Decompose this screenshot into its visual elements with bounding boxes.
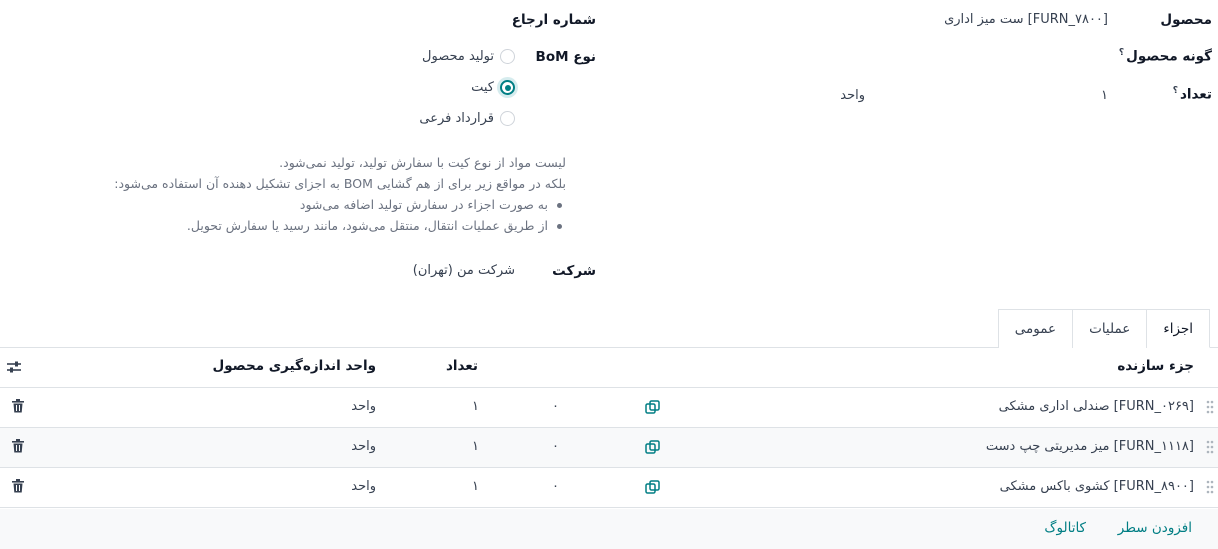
row-extra-value: ۰ — [552, 439, 559, 454]
row-component[interactable]: [FURN_۸۹۰۰] کشوی باکس مشکی — [1000, 479, 1194, 494]
catalog-link[interactable]: کاتالوگ — [1044, 520, 1086, 536]
tab-operations[interactable]: عملیات — [1072, 309, 1148, 348]
product-field[interactable]: [FURN_۷۸۰۰] ست میز اداری — [944, 12, 1108, 27]
copy-icon[interactable] — [645, 440, 660, 459]
column-header-component[interactable]: جزء سازنده — [1117, 358, 1194, 374]
help-icon[interactable]: ؟ — [1119, 48, 1124, 58]
trash-icon[interactable] — [12, 479, 24, 497]
bom-type-option-subcontracting[interactable]: قرارداد فرعی — [419, 111, 515, 126]
bom-type-option-kit[interactable]: کیت — [471, 80, 515, 95]
table-row[interactable]: [FURN_۱۱۱۸] میز مدیریتی چپ دست ۰ ۱ واحد — [0, 428, 1218, 468]
trash-icon[interactable] — [12, 399, 24, 417]
quantity-field[interactable]: ۱ — [1101, 88, 1108, 103]
quantity-label-text: تعداد — [1179, 86, 1212, 103]
reference-label: شماره ارجاع — [511, 12, 596, 28]
product-variant-label: گونه محصول؟ — [1119, 48, 1212, 65]
row-quantity[interactable]: ۱ — [472, 399, 479, 414]
column-header-uom[interactable]: واحد اندازه‌گیری محصول — [212, 358, 376, 374]
radio-checked-icon[interactable] — [500, 80, 515, 95]
table-header: جزء سازنده تعداد واحد اندازه‌گیری محصول — [0, 348, 1218, 388]
table-row[interactable]: [FURN_۸۹۰۰] کشوی باکس مشکی ۰ ۱ واحد — [0, 468, 1218, 508]
tab-components[interactable]: اجزاء — [1146, 309, 1210, 348]
quantity-uom-field[interactable]: واحد — [840, 88, 865, 103]
row-quantity[interactable]: ۱ — [472, 479, 479, 494]
radio-icon[interactable] — [500, 49, 515, 64]
radio-icon[interactable] — [500, 111, 515, 126]
quantity-label: تعداد؟ — [1173, 86, 1212, 103]
kit-help-note: لیست مواد از نوع کیت با سفارش تولید، تول… — [6, 152, 566, 236]
drag-handle-icon[interactable] — [1206, 440, 1214, 458]
kit-note-bullet: به صورت اجزاء در سفارش تولید اضافه می‌شو… — [6, 194, 566, 215]
row-extra-value: ۰ — [552, 479, 559, 494]
copy-icon[interactable] — [645, 480, 660, 499]
column-header-quantity[interactable]: تعداد — [446, 358, 478, 374]
row-component[interactable]: [FURN_۱۱۱۸] میز مدیریتی چپ دست — [986, 439, 1194, 454]
bom-type-label: نوع BoM — [535, 49, 596, 65]
kit-note-line: لیست مواد از نوع کیت با سفارش تولید، تول… — [279, 155, 566, 170]
bom-type-option-manufacture[interactable]: تولید محصول — [422, 49, 515, 64]
product-variant-label-text: گونه محصول — [1126, 48, 1212, 65]
bom-type-option-label: کیت — [471, 80, 494, 95]
kit-note-bullet: از طریق عملیات انتقال، منتقل می‌شود، مان… — [6, 215, 566, 236]
bom-type-option-label: تولید محصول — [422, 49, 494, 64]
add-line-link[interactable]: افزودن سطر — [1118, 520, 1192, 536]
row-component[interactable]: [FURN_۰۲۶۹] صندلی اداری مشکی — [999, 399, 1194, 414]
bom-type-option-label: قرارداد فرعی — [419, 111, 494, 126]
trash-icon[interactable] — [12, 439, 24, 457]
table-row[interactable]: [FURN_۰۲۶۹] صندلی اداری مشکی ۰ ۱ واحد — [0, 388, 1218, 428]
row-uom[interactable]: واحد — [351, 479, 376, 494]
row-extra-value: ۰ — [552, 399, 559, 414]
sliders-icon[interactable] — [6, 360, 22, 378]
drag-handle-icon[interactable] — [1206, 400, 1214, 418]
drag-handle-icon[interactable] — [1206, 480, 1214, 498]
row-uom[interactable]: واحد — [351, 399, 376, 414]
row-uom[interactable]: واحد — [351, 439, 376, 454]
company-label: شرکت — [552, 263, 596, 279]
kit-note-line: بلکه در مواقع زیر برای از هم گشایی BOM ب… — [114, 176, 566, 191]
tab-general[interactable]: عمومی — [997, 309, 1074, 348]
help-icon[interactable]: ؟ — [1173, 86, 1178, 96]
copy-icon[interactable] — [645, 400, 660, 419]
table-footer: افزودن سطر کاتالوگ — [0, 509, 1218, 549]
company-field[interactable]: شرکت من (تهران) — [413, 263, 515, 278]
product-label: محصول — [1160, 12, 1212, 28]
notebook-tabs: اجزاء عملیات عمومی — [997, 309, 1210, 348]
row-quantity[interactable]: ۱ — [472, 439, 479, 454]
